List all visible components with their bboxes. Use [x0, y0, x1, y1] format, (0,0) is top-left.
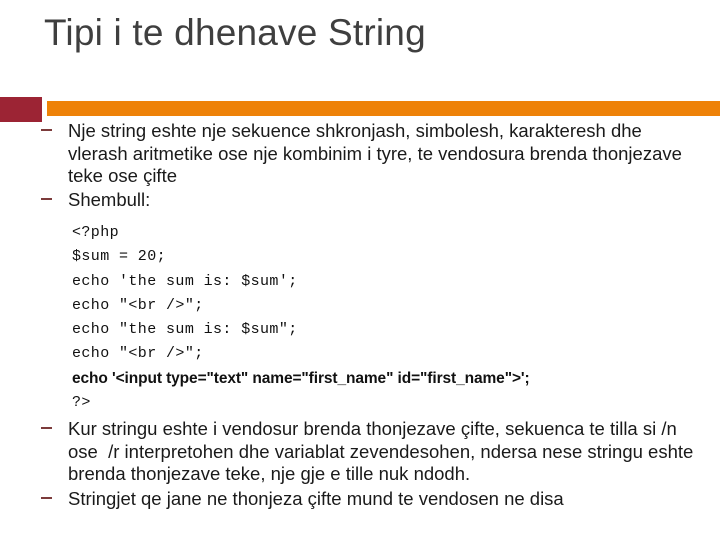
list-item-label: Shembull:: [68, 188, 151, 210]
slide-body: Nje string eshte nje sekuence shkronjash…: [0, 118, 720, 540]
list-item-label: Kur stringu eshte i vendosur brenda thon…: [68, 418, 699, 485]
list-item-label: Stringjet qe jane ne thonjeza çifte mund…: [68, 487, 564, 509]
bullet-dash-icon: [41, 427, 52, 430]
code-line: $sum = 20;: [72, 248, 167, 266]
bullet-dash-icon: [41, 129, 52, 131]
bullet-dash-icon: [41, 496, 52, 499]
page-title: Tipi i te dhenave String: [44, 12, 426, 53]
code-block: <?php $sum = 20; echo 'the sum is: $sum'…: [0, 221, 720, 415]
list-item: Kur stringu eshte i vendosur brenda thon…: [0, 418, 720, 486]
divider-accent-bar: [47, 101, 720, 116]
presentation-slide: Tipi i te dhenave String Nje string esht…: [0, 0, 720, 540]
code-line: echo "the sum is: $sum";: [72, 321, 298, 339]
code-line: echo 'the sum is: $sum';: [72, 272, 298, 290]
code-line: ?>: [72, 394, 91, 412]
list-item: Shembull:: [0, 189, 720, 212]
code-line: echo '<input type="text" name="first_nam…: [72, 369, 530, 387]
slide-title-area: Tipi i te dhenave String: [44, 10, 684, 88]
code-line: <?php: [72, 224, 120, 241]
list-item-label: Nje string eshte nje sekuence shkronjash…: [68, 120, 688, 186]
code-line: echo "<br />";: [72, 296, 204, 314]
code-line: echo "<br />";: [72, 345, 204, 363]
list-item: Nje string eshte nje sekuence shkronjash…: [0, 120, 720, 188]
list-item: Stringjet qe jane ne thonjeza çifte mund…: [0, 488, 720, 511]
bullet-dash-icon: [41, 197, 52, 200]
